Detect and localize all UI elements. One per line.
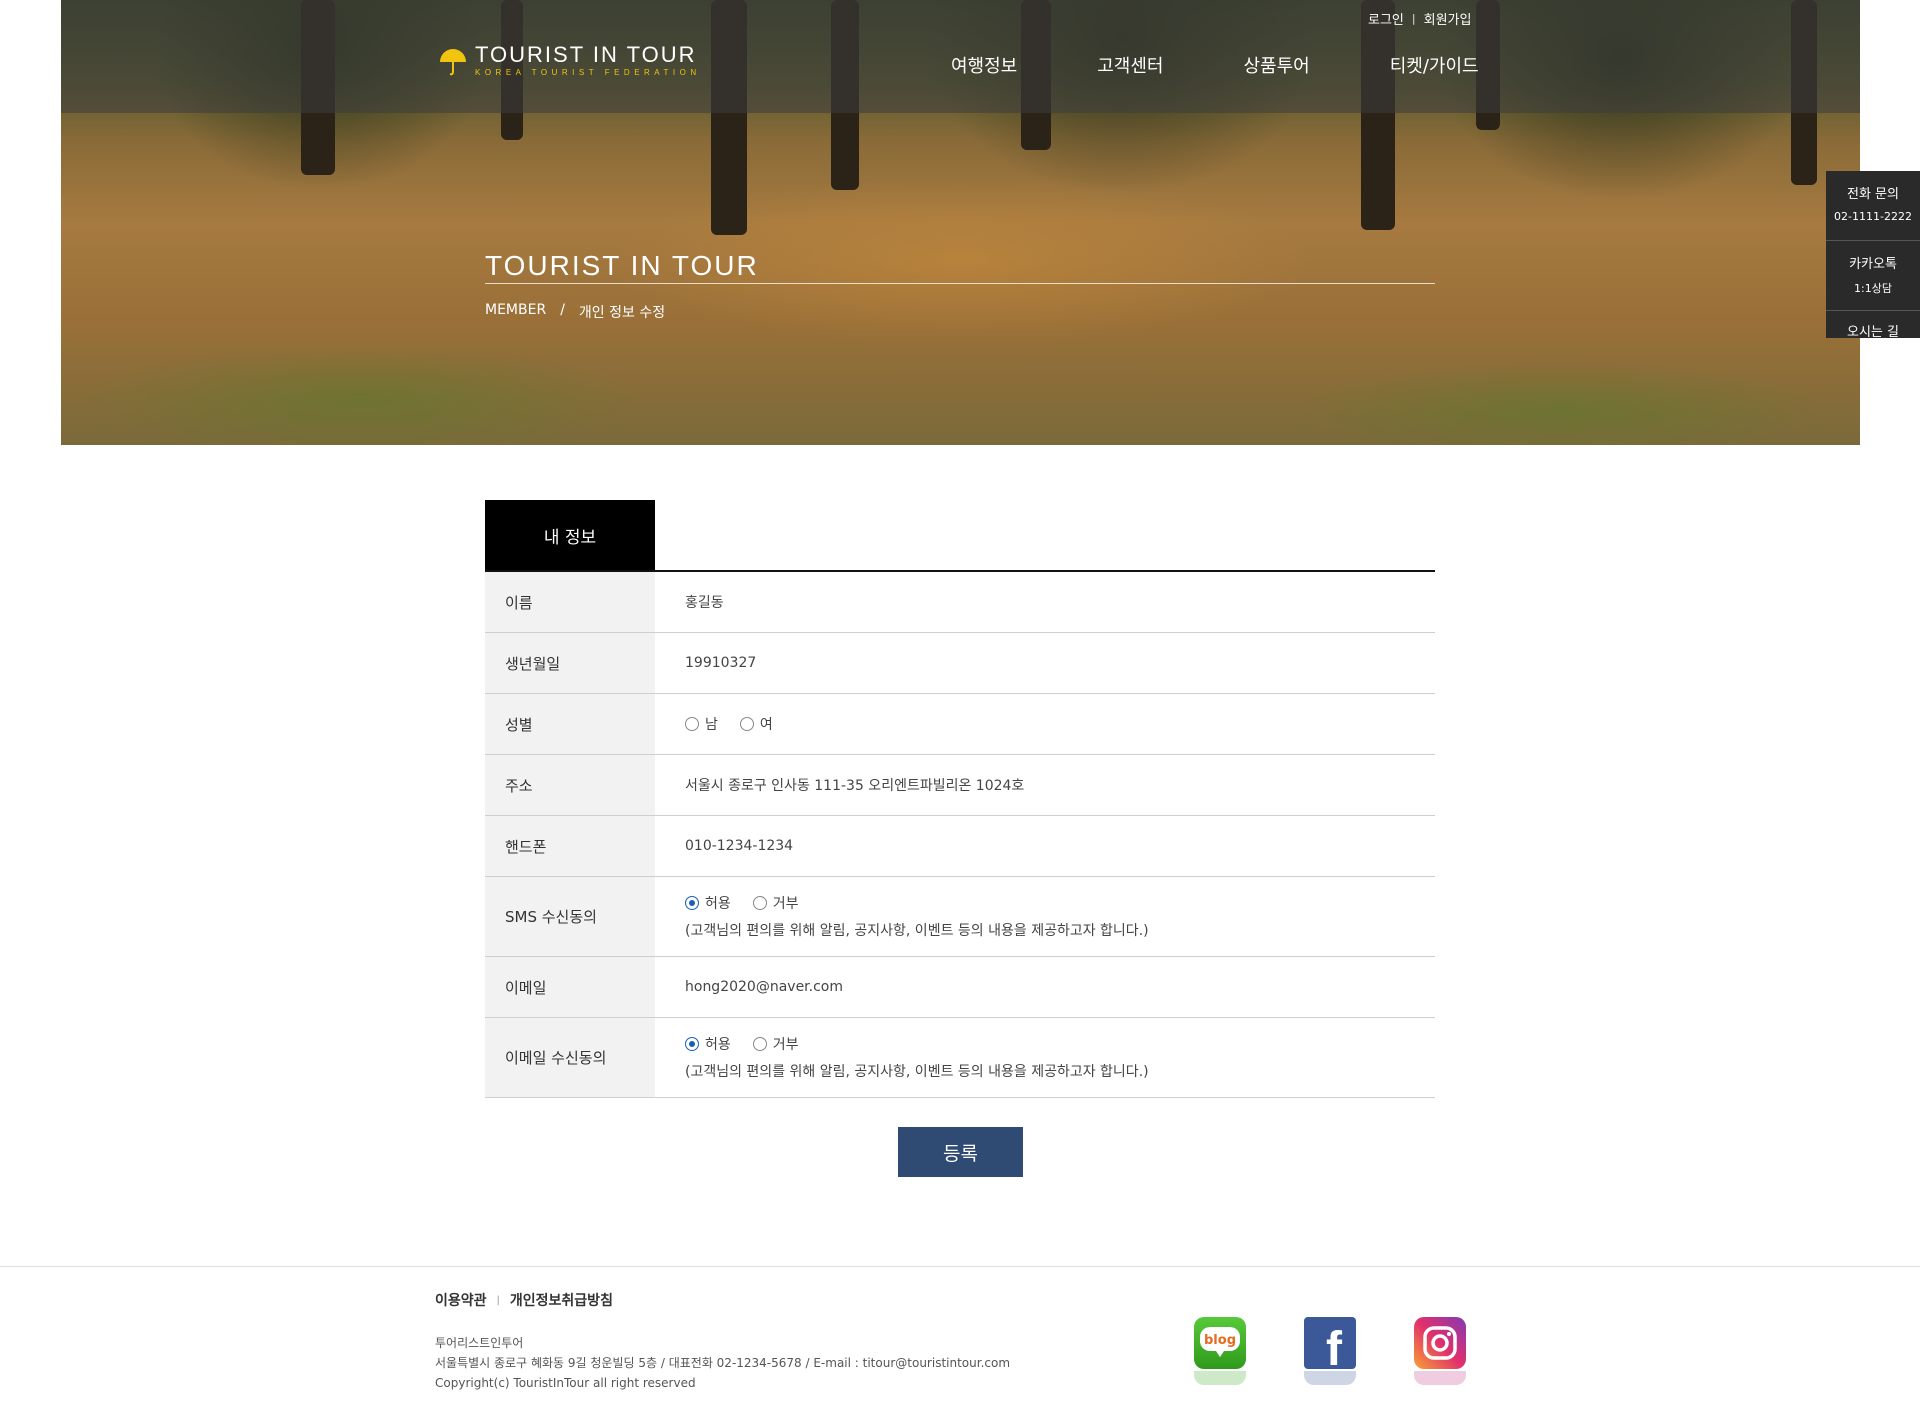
blog-icon-reflection xyxy=(1194,1371,1246,1385)
terms-link[interactable]: 이용약관 xyxy=(435,1290,487,1310)
breadcrumb-separator: / xyxy=(560,302,565,318)
facebook-icon[interactable]: f xyxy=(1304,1317,1356,1376)
form-row-email-consent: 이메일 수신동의 허용 거부 (고객님의 편의를 위해 알림, 공지사항, 이벤… xyxy=(485,1018,1435,1098)
gender-male-label: 남 xyxy=(705,717,718,733)
logo-text: TOURIST IN TOUR xyxy=(475,42,697,67)
facebook-icon-text: f xyxy=(1326,1323,1343,1369)
phone-value: 010-1234-1234 xyxy=(685,838,794,854)
blog-icon-text: blog xyxy=(1204,1333,1236,1348)
email-value: hong2020@naver.com xyxy=(685,979,843,995)
hero-title: TOURIST IN TOUR xyxy=(485,250,759,281)
facebook-f-icon: f xyxy=(1326,1323,1343,1376)
quick-menu: 전화 문의 02-1111-2222 카카오톡 1:1상담 오시는 길 xyxy=(1826,171,1920,338)
join-link[interactable]: 회원가입 xyxy=(1424,9,1472,28)
instagram-icon-reflection xyxy=(1414,1371,1466,1385)
hero-divider xyxy=(485,283,1435,284)
name-value: 홍길동 xyxy=(685,595,724,611)
address-value: 서울시 종로구 인사동 111-35 오리엔트파빌리온 1024호 xyxy=(685,778,1025,794)
form-row-gender: 성별 남 여 xyxy=(485,694,1435,755)
instagram-icon[interactable] xyxy=(1414,1317,1466,1369)
radio-circle[interactable] xyxy=(685,717,699,731)
form-row-name: 이름 홍길동 xyxy=(485,572,1435,633)
tab-bar: 내 정보 xyxy=(485,500,1435,572)
umbrella-logo-icon xyxy=(440,49,466,76)
breadcrumb-member[interactable]: MEMBER xyxy=(485,302,546,322)
member-info-form: 이름 홍길동 생년월일 19910327 성별 남 여 주소 서울시 종로구 인… xyxy=(485,572,1435,1098)
birth-label: 생년월일 xyxy=(485,633,655,693)
phone-label: 핸드폰 xyxy=(485,816,655,876)
sms-deny-label: 거부 xyxy=(772,896,799,912)
email-deny-radio[interactable]: 거부 xyxy=(752,1034,799,1054)
sms-consent-note: (고객님의 편의를 위해 알림, 공지사항, 이벤트 등의 내용을 제공하고자 … xyxy=(685,923,1149,939)
gender-female-label: 여 xyxy=(759,717,773,733)
gender-female-radio[interactable]: 여 xyxy=(739,714,773,734)
name-label: 이름 xyxy=(485,572,655,632)
breadcrumb-current: 개인 정보 수정 xyxy=(578,305,666,321)
nav-item-travel-info[interactable]: 여행정보 xyxy=(951,52,1017,78)
footer-info: 투어리스트인투어 서울특별시 종로구 혜화동 9길 청운빌딩 5층 / 대표전화… xyxy=(435,1333,1010,1393)
utility-links: 로그인 | 회원가입 xyxy=(1368,9,1471,28)
footer-links: 이용약관 | 개인정보취급방침 xyxy=(435,1290,613,1310)
form-row-email: 이메일 hong2020@naver.com xyxy=(485,957,1435,1018)
main-nav: 여행정보 고객센터 상품투어 티켓/가이드 xyxy=(951,52,1479,78)
form-row-phone: 핸드폰 010-1234-1234 xyxy=(485,816,1435,877)
blog-icon[interactable]: blog xyxy=(1194,1317,1246,1369)
login-link[interactable]: 로그인 xyxy=(1368,9,1404,28)
company-name: 투어리스트인투어 xyxy=(435,1336,524,1350)
radio-circle-checked[interactable] xyxy=(685,1037,699,1051)
quick-phone[interactable]: 전화 문의 02-1111-2222 xyxy=(1826,171,1920,241)
gender-label: 성별 xyxy=(485,694,655,754)
email-label: 이메일 xyxy=(485,957,655,1017)
quick-phone-number: 02-1111-2222 xyxy=(1834,210,1912,223)
copyright: Copyright(c) TouristInTour all right res… xyxy=(435,1376,696,1390)
submit-button[interactable]: 등록 xyxy=(898,1127,1023,1177)
email-consent-note: (고객님의 편의를 위해 알림, 공지사항, 이벤트 등의 내용을 제공하고자 … xyxy=(685,1064,1149,1080)
sms-deny-radio[interactable]: 거부 xyxy=(752,893,799,913)
quick-phone-label: 전화 문의 xyxy=(1847,187,1899,202)
sms-allow-label: 허용 xyxy=(705,896,731,912)
logo-subtitle: KOREA TOURIST FEDERATION xyxy=(475,68,701,77)
breadcrumb: MEMBER / 개인 정보 수정 xyxy=(485,302,665,322)
quick-directions[interactable]: 오시는 길 xyxy=(1826,311,1920,338)
quick-kakao[interactable]: 카카오톡 1:1상담 xyxy=(1826,241,1920,311)
radio-circle[interactable] xyxy=(752,1037,767,1051)
radio-circle[interactable] xyxy=(739,717,754,731)
quick-kakao-sub: 1:1상담 xyxy=(1854,282,1892,295)
instagram-camera-icon xyxy=(1423,1326,1457,1360)
address-label: 주소 xyxy=(485,755,655,815)
radio-circle-checked[interactable] xyxy=(685,896,699,910)
site-logo[interactable]: TOURIST IN TOUR KOREA TOURIST FEDERATION xyxy=(437,42,697,82)
email-allow-label: 허용 xyxy=(705,1037,731,1053)
email-consent-label: 이메일 수신동의 xyxy=(485,1018,655,1097)
radio-circle[interactable] xyxy=(752,896,767,910)
sms-allow-radio[interactable]: 허용 xyxy=(685,893,731,913)
footer-link-separator: | xyxy=(496,1294,500,1306)
facebook-icon-reflection xyxy=(1304,1371,1356,1385)
company-address: 서울특별시 종로구 혜화동 9길 청운빌딩 5층 / 대표전화 02-1234-… xyxy=(435,1356,1011,1370)
nav-item-ticket-guide[interactable]: 티켓/가이드 xyxy=(1390,52,1479,78)
nav-item-product-tour[interactable]: 상품투어 xyxy=(1244,52,1310,78)
nav-item-customer-center[interactable]: 고객센터 xyxy=(1097,52,1163,78)
form-row-birth: 생년월일 19910327 xyxy=(485,633,1435,694)
email-allow-radio[interactable]: 허용 xyxy=(685,1034,731,1054)
privacy-link[interactable]: 개인정보취급방침 xyxy=(510,1290,613,1310)
form-row-address: 주소 서울시 종로구 인사동 111-35 오리엔트파빌리온 1024호 xyxy=(485,755,1435,816)
quick-kakao-label: 카카오톡 xyxy=(1849,257,1897,272)
gender-male-radio[interactable]: 남 xyxy=(685,714,718,734)
tab-my-info[interactable]: 내 정보 xyxy=(485,500,655,570)
email-deny-label: 거부 xyxy=(772,1037,799,1053)
footer-divider xyxy=(0,1266,1920,1267)
sms-consent-label: SMS 수신동의 xyxy=(485,877,655,956)
birth-value: 19910327 xyxy=(685,655,757,671)
blog-bubble-icon: blog xyxy=(1200,1327,1240,1357)
form-row-sms-consent: SMS 수신동의 허용 거부 (고객님의 편의를 위해 알림, 공지사항, 이벤… xyxy=(485,877,1435,957)
util-separator: | xyxy=(1411,12,1416,25)
